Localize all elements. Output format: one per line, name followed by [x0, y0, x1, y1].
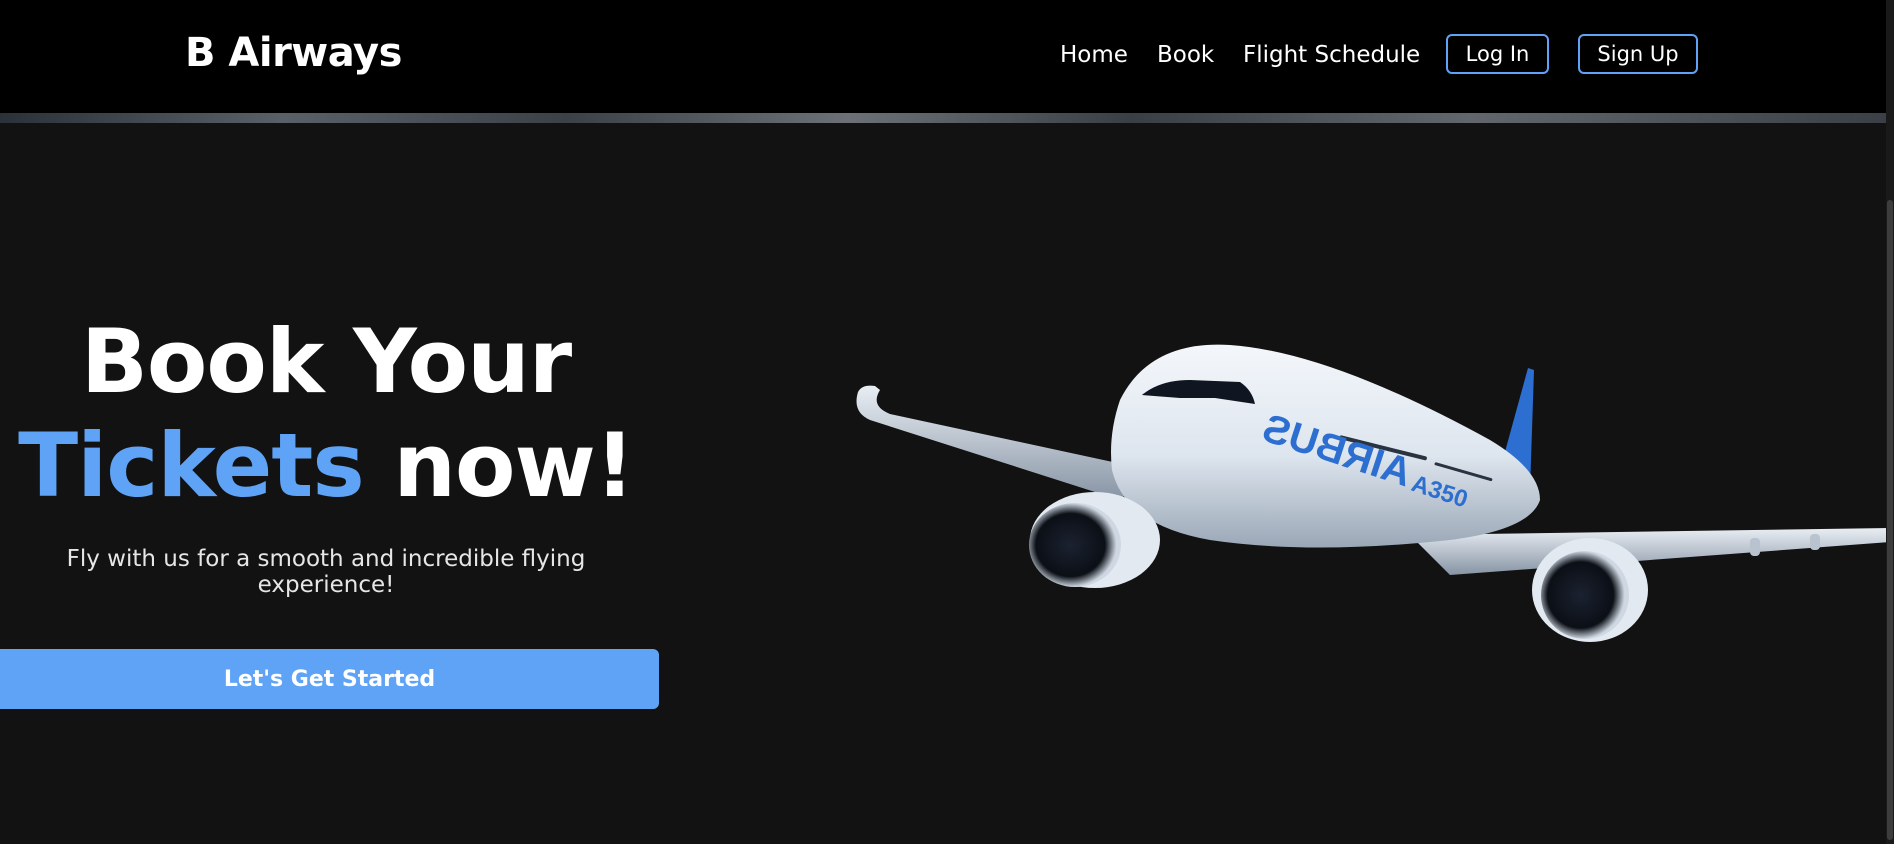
nav-flight-schedule-link[interactable]: Flight Schedule — [1243, 42, 1420, 68]
hero-title-accent: Tickets — [18, 414, 365, 517]
get-started-button[interactable]: Let's Get Started — [0, 649, 659, 709]
hero-title-rest: now! — [393, 414, 635, 517]
hero-title-line1: Book Your — [80, 310, 572, 413]
hero-title: Book Your Tickets now! — [0, 310, 652, 518]
airplane-image: AIRBUS A350 — [856, 344, 1890, 642]
scrollbar-thumb[interactable] — [1887, 200, 1893, 840]
scrollbar[interactable] — [1886, 0, 1894, 844]
hero-title-line2: Tickets now! — [0, 414, 652, 518]
login-button[interactable]: Log In — [1446, 34, 1549, 74]
nav-home-link[interactable]: Home — [1060, 42, 1128, 68]
nav-book-link[interactable]: Book — [1157, 42, 1214, 68]
navbar: B Airways Home Book Flight Schedule Log … — [0, 0, 1894, 113]
hero-subtitle: Fly with us for a smooth and incredible … — [66, 546, 586, 598]
page: B Airways Home Book Flight Schedule Log … — [0, 0, 1894, 844]
brand-logo[interactable]: B Airways — [185, 30, 402, 76]
hero-background-strip — [0, 113, 1886, 123]
signup-button[interactable]: Sign Up — [1578, 34, 1698, 74]
